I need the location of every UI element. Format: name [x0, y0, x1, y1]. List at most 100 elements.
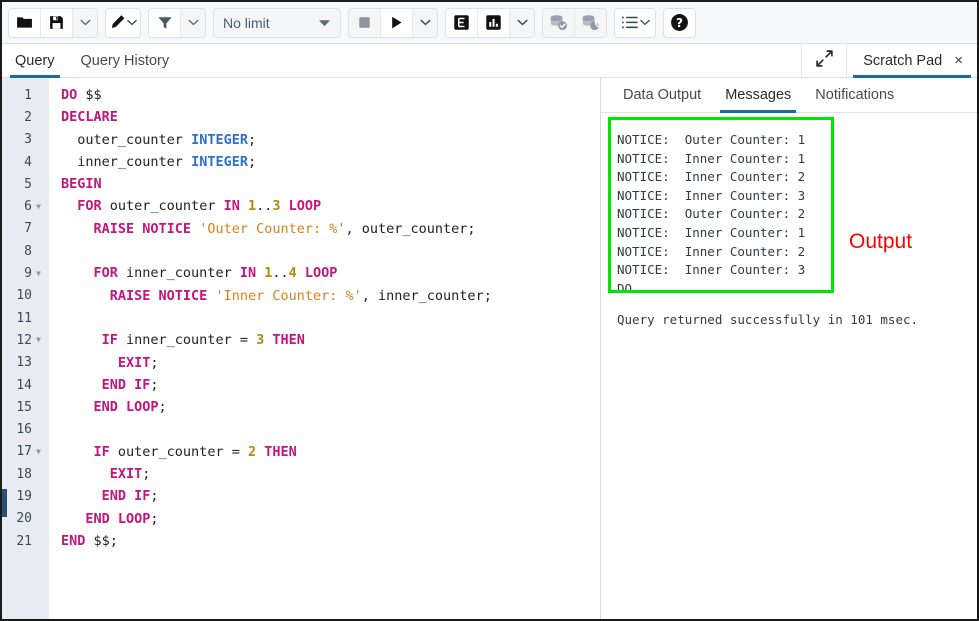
execute-button[interactable]	[381, 9, 413, 37]
gutter-line-18[interactable]: 18▼	[2, 463, 49, 485]
stop-button[interactable]	[349, 9, 381, 37]
messages-panel[interactable]: NOTICE: Outer Counter: 1 NOTICE: Inner C…	[601, 113, 977, 619]
open-folder-icon	[16, 14, 33, 31]
code-line-16[interactable]	[61, 418, 600, 440]
gutter-line-7[interactable]: 7▼	[2, 218, 49, 240]
tab-query[interactable]: Query	[2, 44, 68, 77]
gutter-line-2[interactable]: 2▼	[2, 106, 49, 128]
sql-code-area[interactable]: DO $$DECLARE outer_counter INTEGER; inne…	[49, 78, 600, 619]
token-num: 2	[248, 444, 256, 460]
code-line-4[interactable]: inner_counter INTEGER;	[61, 151, 600, 173]
filter-button[interactable]	[149, 9, 181, 37]
macros-dropdown-caret-icon[interactable]	[640, 19, 650, 26]
explain-button[interactable]	[446, 9, 478, 37]
gutter-line-15[interactable]: 15▼	[2, 396, 49, 418]
tab-notifications[interactable]: Notifications	[803, 78, 906, 112]
edit-dropdown-caret-icon[interactable]	[127, 19, 137, 26]
tab-messages[interactable]: Messages	[713, 78, 803, 112]
line-number: 16	[16, 422, 32, 437]
token-kw: RAISE NOTICE	[94, 221, 200, 237]
gutter-line-10[interactable]: 10▼	[2, 285, 49, 307]
code-line-2[interactable]: DECLARE	[61, 106, 600, 128]
token-kw: END LOOP	[85, 511, 150, 527]
filter-dropdown-button[interactable]	[181, 9, 205, 37]
gutter-line-11[interactable]: 11▼	[2, 307, 49, 329]
tab-query-history[interactable]: Query History	[68, 44, 183, 77]
commit-database-check-icon	[549, 14, 568, 31]
gutter-line-12[interactable]: 12▼	[2, 329, 49, 351]
token-var: outer_counter;	[362, 221, 476, 237]
code-line-19[interactable]: END IF;	[61, 485, 600, 507]
macros-button[interactable]	[615, 9, 655, 37]
explain-dropdown-button[interactable]	[510, 9, 534, 37]
code-line-21[interactable]: END $$;	[61, 530, 600, 552]
code-line-5[interactable]: BEGIN	[61, 173, 600, 195]
gutter-line-13[interactable]: 13▼	[2, 352, 49, 374]
token-op	[240, 198, 248, 214]
help-button[interactable]: ?	[664, 9, 695, 37]
expand-panel-button[interactable]	[801, 44, 846, 77]
code-line-11[interactable]	[61, 307, 600, 329]
code-line-13[interactable]: EXIT;	[61, 352, 600, 374]
sql-editor-pane[interactable]: 1▼2▼3▼4▼5▼6▼7▼8▼9▼10▼11▼12▼13▼14▼15▼16▼1…	[2, 78, 601, 619]
token-typ: INTEGER	[191, 154, 248, 170]
gutter-line-5[interactable]: 5▼	[2, 173, 49, 195]
line-number: 7	[24, 221, 32, 236]
gutter-line-9[interactable]: 9▼	[2, 262, 49, 284]
code-line-8[interactable]	[61, 240, 600, 262]
output-annotation-label: Output	[849, 230, 912, 254]
code-line-14[interactable]: END IF;	[61, 374, 600, 396]
open-file-button[interactable]	[9, 9, 41, 37]
execute-dropdown-button[interactable]	[413, 9, 437, 37]
gutter-line-17[interactable]: 17▼	[2, 441, 49, 463]
gutter-line-1[interactable]: 1▼	[2, 84, 49, 106]
line-number: 21	[16, 534, 32, 549]
explain-analyze-button[interactable]	[478, 9, 510, 37]
code-line-1[interactable]: DO $$	[61, 84, 600, 106]
fold-triangle-icon[interactable]: ▼	[32, 270, 45, 278]
rollback-button[interactable]	[575, 9, 606, 37]
code-line-18[interactable]: EXIT;	[61, 463, 600, 485]
token-kw: EXIT	[110, 466, 143, 482]
code-line-7[interactable]: RAISE NOTICE 'Outer Counter: %', outer_c…	[61, 218, 600, 240]
token-kw: IF	[94, 444, 110, 460]
fold-spacer: ▼	[32, 180, 45, 188]
gutter-line-6[interactable]: 6▼	[2, 195, 49, 217]
tab-data-output[interactable]: Data Output	[611, 78, 713, 112]
token-var: outer_counter	[77, 132, 191, 148]
code-line-10[interactable]: RAISE NOTICE 'Inner Counter: %', inner_c…	[61, 285, 600, 307]
gutter-line-4[interactable]: 4▼	[2, 151, 49, 173]
edit-button[interactable]	[106, 9, 140, 37]
row-limit-select[interactable]: No limit	[213, 8, 341, 38]
gutter-line-19[interactable]: 19▼	[2, 485, 49, 507]
close-icon[interactable]: ×	[954, 53, 963, 68]
messages-text: NOTICE: Outer Counter: 1 NOTICE: Inner C…	[601, 121, 977, 298]
gutter-line-16[interactable]: 16▼	[2, 418, 49, 440]
fold-triangle-icon[interactable]: ▼	[32, 203, 45, 211]
code-line-3[interactable]: outer_counter INTEGER;	[61, 129, 600, 151]
code-line-15[interactable]: END LOOP;	[61, 396, 600, 418]
gutter-line-21[interactable]: 21▼	[2, 530, 49, 552]
commit-button[interactable]	[543, 9, 575, 37]
gutter-line-8[interactable]: 8▼	[2, 240, 49, 262]
save-dropdown-button[interactable]	[73, 9, 97, 37]
token-op	[61, 488, 102, 504]
tab-scratch-pad[interactable]: Scratch Pad ×	[846, 44, 977, 77]
code-line-12[interactable]: IF inner_counter = 3 THEN	[61, 329, 600, 351]
token-kw: EXIT	[118, 355, 151, 371]
code-line-6[interactable]: FOR outer_counter IN 1..3 LOOP	[61, 195, 600, 217]
code-line-9[interactable]: FOR inner_counter IN 1..4 LOOP	[61, 262, 600, 284]
save-file-button[interactable]	[41, 9, 73, 37]
token-kw: RAISE NOTICE	[110, 288, 216, 304]
token-op	[61, 132, 77, 148]
fold-triangle-icon[interactable]: ▼	[32, 336, 45, 344]
code-line-20[interactable]: END LOOP;	[61, 508, 600, 530]
chevron-down-icon	[80, 19, 91, 26]
code-line-17[interactable]: IF outer_counter = 2 THEN	[61, 441, 600, 463]
editor-scroll-marker[interactable]	[2, 489, 7, 517]
gutter-line-14[interactable]: 14▼	[2, 374, 49, 396]
editor-tabbar: Query Query History Scratch Pad ×	[2, 44, 977, 78]
gutter-line-3[interactable]: 3▼	[2, 129, 49, 151]
fold-triangle-icon[interactable]: ▼	[32, 448, 45, 456]
gutter-line-20[interactable]: 20▼	[2, 508, 49, 530]
